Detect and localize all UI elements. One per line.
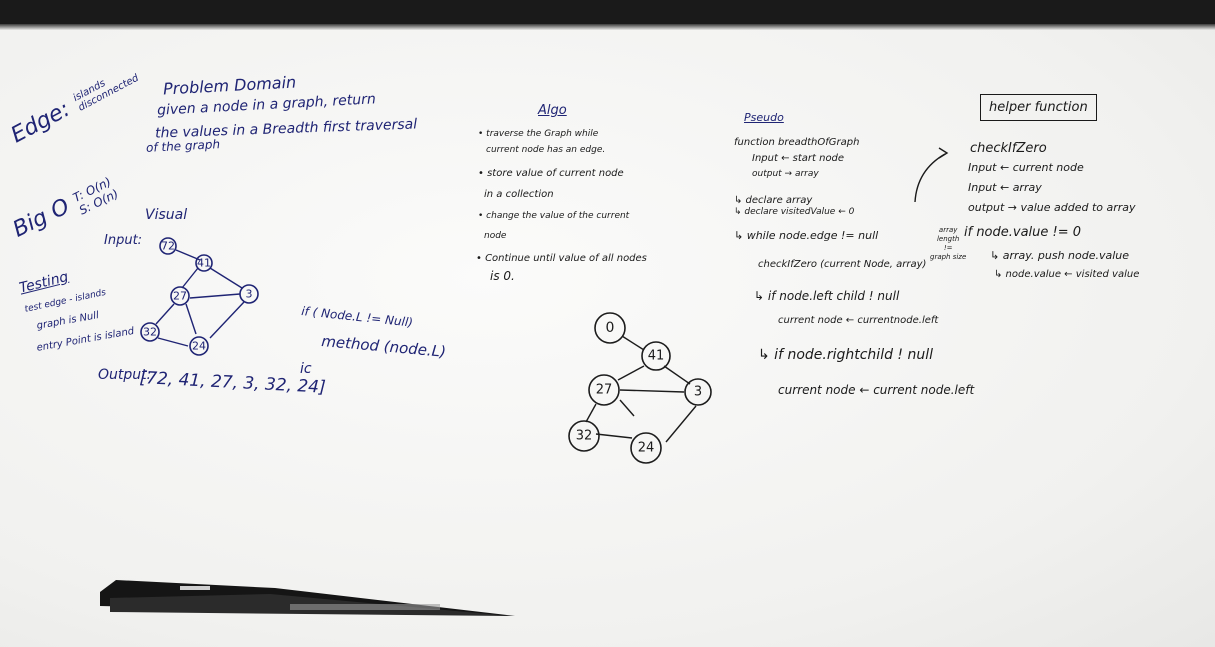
graph-edge [585,403,597,423]
graph-edge [155,303,175,325]
pseudo-line: ↳ if node.rightchild ! null [758,347,934,363]
pseudo-line: current node ← current node.left [778,383,975,397]
visual-input-graph: 72 41 27 3 32 24 [140,237,259,356]
graph-node-label: 41 [197,257,211,270]
graph-edge [185,303,197,335]
graph-edge [621,335,645,351]
pseudo-line: current node ← currentnode.left [778,315,939,326]
graph-node-label: 24 [192,340,206,353]
graph-node-label: 72 [161,240,175,253]
marker-tray [100,580,515,616]
graph-edge [181,267,199,289]
graph-node-label: 0 [606,320,615,336]
helper-line: ↳ array. push node.value [990,249,1130,262]
graph-node-label: 41 [648,349,665,364]
algo-step: current node has an edge. [486,145,606,155]
graph-node-label: 3 [694,385,702,400]
algo-step: node [484,231,507,241]
graph-edge [619,389,685,393]
pseudo-line: Input ← start node [752,153,845,164]
algo-title: Algo [538,103,567,118]
graph-node-label: 3 [246,288,253,301]
algo-graph: 0 41 27 3 32 24 [568,312,712,464]
algo-step: • Continue until value of all nodes [476,253,647,264]
graph-edge [209,267,243,289]
graph-edge [209,301,245,339]
graph-edge [617,365,645,381]
graph-node-label: 27 [173,290,187,303]
pseudo-line: function breadthOfGraph [734,137,860,148]
pseudo-line: ↳ while node.edge != null [734,229,879,242]
helper-line: if node.value != 0 [964,225,1082,240]
graph-node-label: 32 [576,429,593,444]
pseudo-line: checkIfZero (current Node, array) [758,259,927,270]
algo-step: • change the value of the current [478,211,630,221]
graph-edge [665,405,697,443]
pseudo-line: ↳ declare visitedValue ← 0 [734,207,855,217]
graph-node-label: 27 [596,383,613,398]
algo-step: in a collection [484,189,554,200]
pseudo-title: Pseudo [744,111,784,124]
graph-edge [663,365,691,385]
pseudo-margin-note-line: array [938,226,958,234]
whiteboard-top-frame [0,0,1215,26]
graph-edge [157,337,189,347]
code-snippet-line: ic [300,361,312,377]
pseudo-line: output → array [752,169,819,179]
pseudo-margin-note-line: graph size [930,253,967,261]
helper-line: Input ← array [968,181,1042,194]
pseudo-margin-note-line: != [943,244,953,252]
helper-line: checkIfZero [970,141,1047,156]
visual-title: Visual [145,207,188,223]
graph-edge [189,293,241,299]
algo-step: • traverse the Graph while [478,129,599,139]
graph-node-label: 32 [143,326,157,339]
helper-line: output → value added to array [968,201,1136,214]
helper-title: helper function [980,94,1097,121]
pseudo-margin-note-line: length [936,235,960,243]
graph-node-label: 24 [638,441,655,456]
helper-line: Input ← current node [968,161,1084,174]
pseudo-line: ↳ if node.left child ! null [754,289,900,303]
pseudo-line: ↳ declare array [734,195,813,206]
algo-step: • store value of current node [478,168,624,179]
graph-edge [595,433,633,439]
problem-domain-line: of the graph [145,137,221,155]
helper-arrow [914,147,949,203]
helper-line: ↳ node.value ← visited value [994,269,1140,280]
graph-edge [619,399,635,417]
pseudo-margin-note: array length != graph size [930,226,966,262]
algo-step: is 0. [490,269,515,283]
